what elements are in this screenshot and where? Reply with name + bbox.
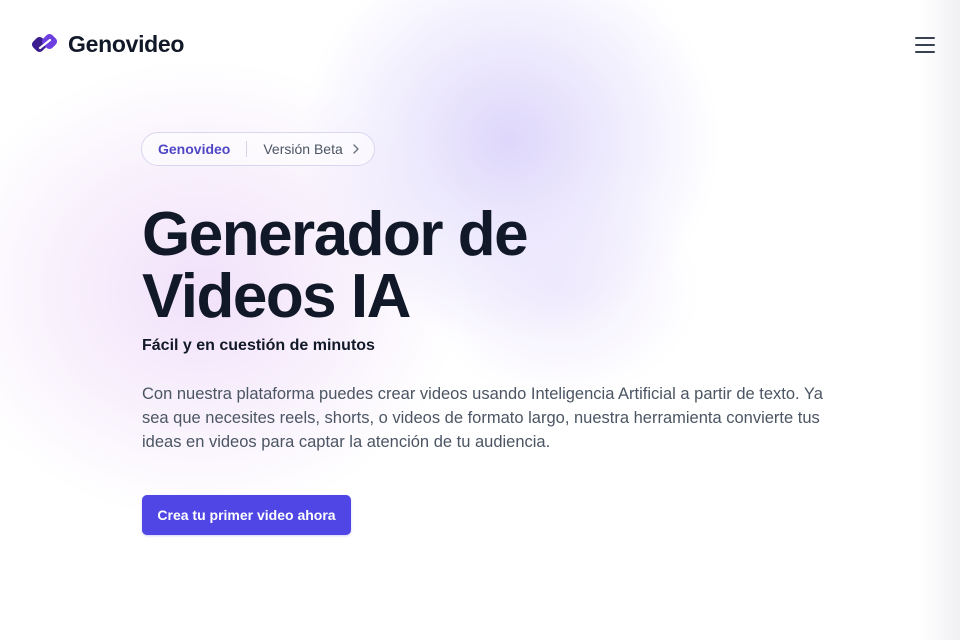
hero-title-line: Generador de (142, 200, 529, 269)
badge-label: Versión Beta (263, 141, 343, 157)
genovideo-logo-icon (32, 33, 58, 53)
menu-line (915, 37, 935, 39)
hero-title-line: Videos IA (142, 262, 411, 331)
beta-badge-link[interactable]: Genovideo Versión Beta (141, 132, 375, 166)
brand-logo-link[interactable]: Genovideo (32, 31, 184, 58)
badge-divider (246, 141, 248, 157)
hero-description: Con nuestra plataforma puedes crear vide… (142, 385, 823, 451)
right-edge-shade (920, 0, 960, 640)
hero-title: Generador de Videos IA (142, 204, 782, 328)
chevron-right-icon (353, 144, 359, 154)
hamburger-menu-icon[interactable] (915, 37, 935, 53)
site-header: Genovideo (0, 0, 960, 88)
badge-brand: Genovideo (158, 141, 231, 157)
menu-line (915, 51, 935, 53)
hero-subtitle: Fácil y en cuestión de minutos (142, 337, 375, 354)
menu-line (915, 44, 935, 46)
brand-name: Genovideo (68, 30, 185, 57)
create-first-video-button[interactable]: Crea tu primer video ahora (142, 495, 351, 535)
